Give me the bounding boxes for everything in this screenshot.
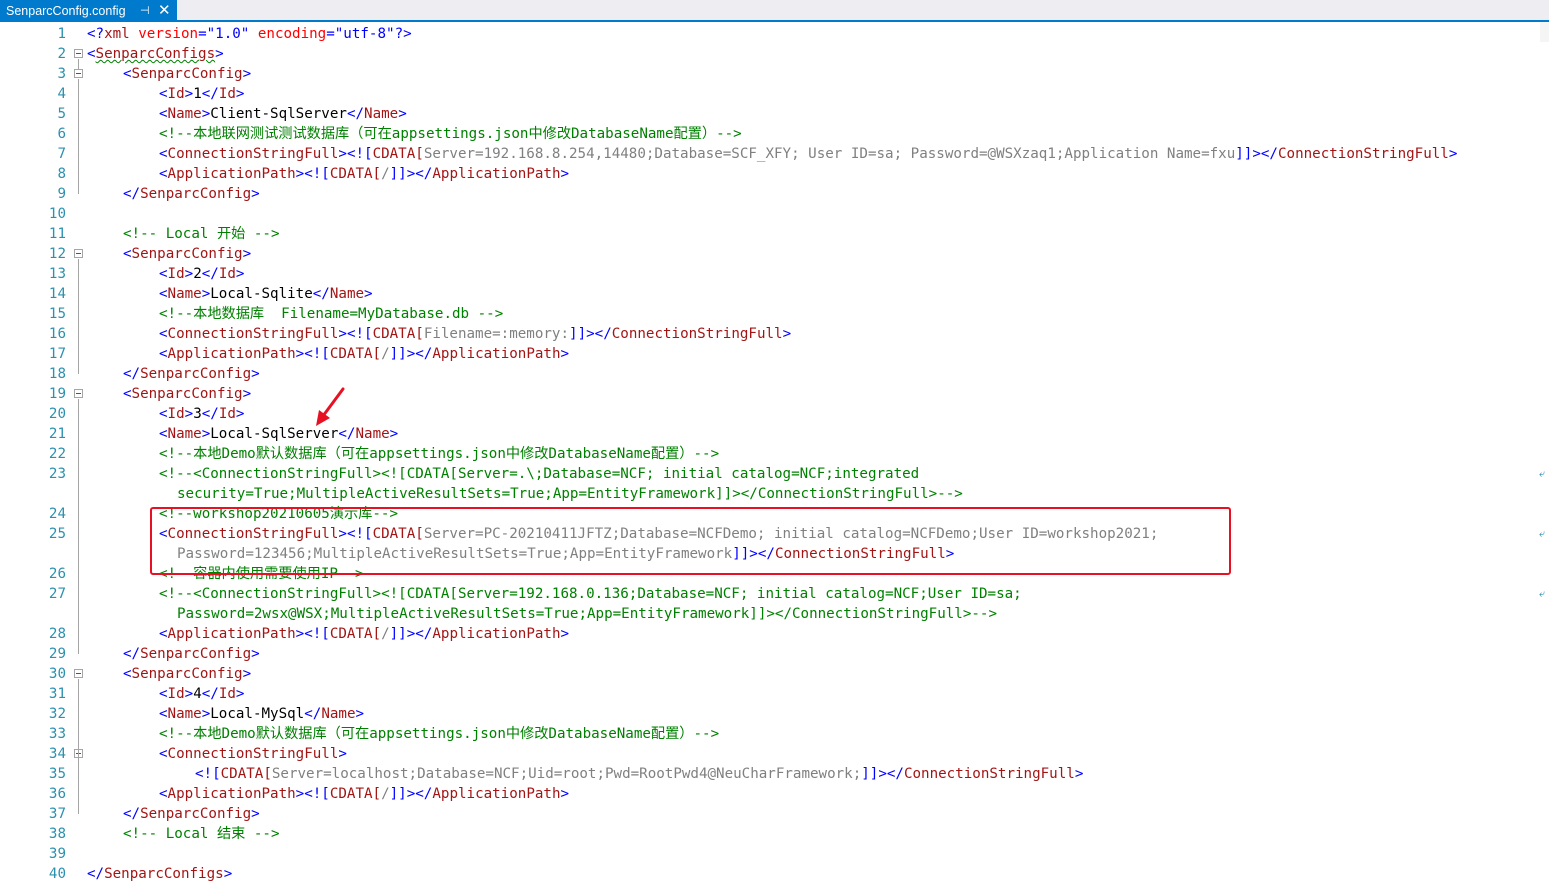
word-wrap-glyph-icon: ⤶ xyxy=(1539,467,1546,480)
line-number: 7 xyxy=(57,146,66,162)
line-number: 35 xyxy=(48,766,66,782)
tab-senparcconfig[interactable]: SenparcConfig.config ⊣ ✕ xyxy=(0,0,177,22)
code-line-38: <!-- Local 结束 --> xyxy=(123,826,280,842)
code-line-5: <Name>Client-SqlServer</Name> xyxy=(159,106,407,122)
line-number: 20 xyxy=(48,406,66,422)
code-line-32: <Name>Local-MySql</Name> xyxy=(159,706,365,722)
word-wrap-glyph-icon: ⤶ xyxy=(1539,587,1546,600)
line-number: 23 xyxy=(48,466,66,482)
line-number: 30 xyxy=(48,666,66,682)
collapse-minus-icon[interactable] xyxy=(74,49,83,58)
document-tab-bar: SenparcConfig.config ⊣ ✕ xyxy=(0,0,1549,22)
line-number: 38 xyxy=(48,826,66,842)
fold-guide xyxy=(78,259,79,374)
line-number: 13 xyxy=(48,266,66,282)
line-number: 39 xyxy=(48,846,66,862)
line-number: 5 xyxy=(57,106,66,122)
close-icon[interactable]: ✕ xyxy=(158,0,171,22)
code-line-13: <Id>2</Id> xyxy=(159,266,245,282)
line-number: 32 xyxy=(48,706,66,722)
line-number: 33 xyxy=(48,726,66,742)
tab-title: SenparcConfig.config xyxy=(6,4,126,18)
collapse-minus-icon[interactable] xyxy=(74,389,83,398)
line-number: 4 xyxy=(57,86,66,102)
code-editor[interactable]: 1 2 3 4 5 6 7 8 9 10 11 12 13 14 15 16 17 18 19 20 21 22 23 24 2… xyxy=(0,24,1549,884)
highlight-box xyxy=(150,507,1231,575)
line-number: 34 xyxy=(48,746,66,762)
line-number: 19 xyxy=(48,386,66,402)
line-number: 31 xyxy=(48,686,66,702)
code-line-23-wrap: security=True;MultipleActiveResultSets=T… xyxy=(177,486,963,502)
line-number: 15 xyxy=(48,306,66,322)
collapse-minus-icon[interactable] xyxy=(74,249,83,258)
code-line-7: <ConnectionStringFull><![CDATA[Server=19… xyxy=(159,146,1458,162)
line-number: 12 xyxy=(48,246,66,262)
code-line-9: </SenparcConfig> xyxy=(123,186,260,202)
line-number: 17 xyxy=(48,346,66,362)
line-number: 14 xyxy=(48,286,66,302)
fold-guide xyxy=(78,79,79,194)
line-number: 40 xyxy=(48,866,66,882)
line-number: 36 xyxy=(48,786,66,802)
code-line-4: <Id>1</Id> xyxy=(159,86,245,102)
code-line-22: <!--本地Demo默认数据库（可在appsettings.json中修改Dat… xyxy=(159,446,720,462)
code-line-14: <Name>Local-Sqlite</Name> xyxy=(159,286,373,302)
code-line-40: </SenparcConfigs> xyxy=(87,866,233,882)
collapse-minus-icon[interactable] xyxy=(74,69,83,78)
line-number: 29 xyxy=(48,646,66,662)
code-line-11: <!-- Local 开始 --> xyxy=(123,226,280,242)
line-number: 18 xyxy=(48,366,66,382)
fold-guide xyxy=(78,399,79,654)
line-number: 26 xyxy=(48,566,66,582)
code-line-20: <Id>3</Id> xyxy=(159,406,245,422)
line-number: 10 xyxy=(48,206,66,222)
code-line-31: <Id>4</Id> xyxy=(159,686,245,702)
line-number: 28 xyxy=(48,626,66,642)
code-line-16: <ConnectionStringFull><![CDATA[Filename=… xyxy=(159,326,792,342)
line-number: 21 xyxy=(48,426,66,442)
line-number: 8 xyxy=(57,166,66,182)
code-line-3: <SenparcConfig> xyxy=(123,66,252,82)
code-line-1: <?xml version="1.0" encoding="utf-8"?> xyxy=(87,26,412,42)
code-line-19: <SenparcConfig> xyxy=(123,386,252,402)
code-line-17: <ApplicationPath><![CDATA[/]]></Applicat… xyxy=(159,346,570,362)
code-line-15: <!--本地数据库 Filename=MyDatabase.db --> xyxy=(159,306,504,322)
fold-guide xyxy=(78,59,79,69)
line-number: 22 xyxy=(48,446,66,462)
line-number: 9 xyxy=(57,186,66,202)
line-number: 16 xyxy=(48,326,66,342)
line-number: 25 xyxy=(48,526,66,542)
code-line-36: <ApplicationPath><![CDATA[/]]></Applicat… xyxy=(159,786,570,802)
code-line-37: </SenparcConfig> xyxy=(123,806,260,822)
code-line-34: <ConnectionStringFull> xyxy=(159,746,347,762)
line-number: 37 xyxy=(48,806,66,822)
code-line-23: <!--<ConnectionStringFull><![CDATA[Serve… xyxy=(159,466,920,482)
code-line-27-wrap: Password=2wsx@WSX;MultipleActiveResultSe… xyxy=(177,606,997,622)
line-number: 6 xyxy=(57,126,66,142)
fold-guide xyxy=(78,759,79,779)
code-line-30: <SenparcConfig> xyxy=(123,666,252,682)
line-number: 1 xyxy=(57,26,66,42)
line-number: 3 xyxy=(57,66,66,82)
code-line-6: <!--本地联网测试测试数据库（可在appsettings.json中修改Dat… xyxy=(159,126,742,142)
code-line-27: <!--<ConnectionStringFull><![CDATA[Serve… xyxy=(159,586,1022,602)
collapse-minus-icon[interactable] xyxy=(74,669,83,678)
code-line-2: <SenparcConfigs> xyxy=(87,46,224,62)
pin-icon[interactable]: ⊣ xyxy=(140,0,150,22)
line-number: 27 xyxy=(48,586,66,602)
code-line-35: <![CDATA[Server=localhost;Database=NCF;U… xyxy=(195,766,1084,782)
code-line-33: <!--本地Demo默认数据库（可在appsettings.json中修改Dat… xyxy=(159,726,720,742)
code-line-21: <Name>Local-SqlServer</Name> xyxy=(159,426,399,442)
code-line-29: </SenparcConfig> xyxy=(123,646,260,662)
red-annotation-arrow-icon xyxy=(316,387,345,426)
line-number: 24 xyxy=(48,506,66,522)
fold-guide xyxy=(78,679,79,814)
word-wrap-glyph-icon: ⤶ xyxy=(1539,527,1546,540)
line-number: 11 xyxy=(48,226,66,242)
line-number: 2 xyxy=(57,46,66,62)
code-line-18: </SenparcConfig> xyxy=(123,366,260,382)
code-line-8: <ApplicationPath><![CDATA[/]]></Applicat… xyxy=(159,166,570,182)
code-line-28: <ApplicationPath><![CDATA[/]]></Applicat… xyxy=(159,626,570,642)
code-line-12: <SenparcConfig> xyxy=(123,246,252,262)
